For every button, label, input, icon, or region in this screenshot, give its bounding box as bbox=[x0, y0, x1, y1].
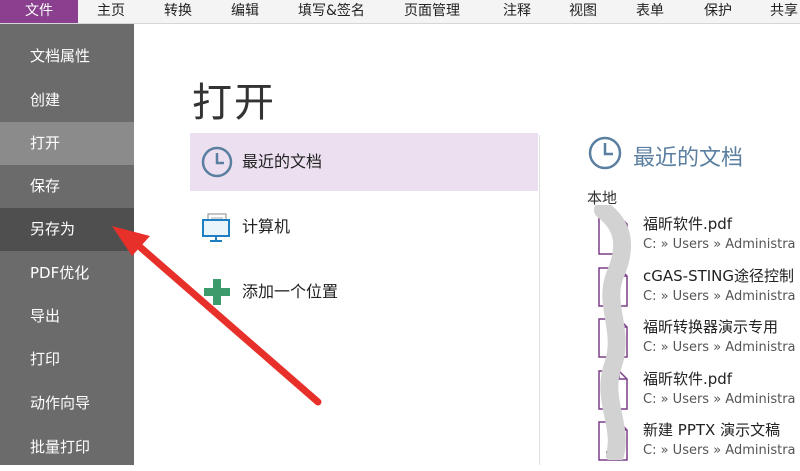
document-path: C: » Users » Administra bbox=[643, 340, 796, 355]
add-location-icon bbox=[204, 279, 230, 305]
tab-view[interactable]: 视图 bbox=[569, 0, 597, 23]
tab-edit[interactable]: 编辑 bbox=[231, 0, 259, 23]
panel-divider bbox=[539, 135, 540, 465]
location-computer[interactable]: 计算机 bbox=[190, 198, 538, 256]
sidebar-item-open[interactable]: 打开 bbox=[0, 122, 134, 165]
sidebar-item-save[interactable]: 保存 bbox=[0, 165, 134, 208]
tab-home[interactable]: 主页 bbox=[97, 0, 125, 23]
tab-convert[interactable]: 转换 bbox=[164, 0, 192, 23]
document-name: 新建 PPTX 演示文稿 bbox=[643, 421, 781, 439]
tab-fill-sign[interactable]: 填写&签名 bbox=[298, 0, 365, 23]
tab-page-management[interactable]: 页面管理 bbox=[404, 0, 460, 23]
location-label: 添加一个位置 bbox=[242, 282, 339, 301]
computer-icon bbox=[202, 213, 230, 242]
sidebar-item-create[interactable]: 创建 bbox=[0, 79, 134, 122]
recent-documents-title: 最近的文档 bbox=[633, 146, 744, 171]
ribbon-tab-bar: 文件 主页 转换 编辑 填写&签名 页面管理 注释 视图 表单 保护 共享 bbox=[0, 0, 800, 24]
sidebar-item-export[interactable]: 导出 bbox=[0, 295, 134, 338]
sidebar-item-document-properties[interactable]: 文档属性 bbox=[0, 35, 134, 78]
tab-protect[interactable]: 保护 bbox=[704, 0, 732, 23]
document-path: C: » Users » Administra bbox=[643, 392, 796, 407]
location-label: 计算机 bbox=[242, 217, 291, 236]
sidebar-item-action-wizard[interactable]: 动作向导 bbox=[0, 382, 134, 425]
page-title: 打开 bbox=[192, 80, 276, 126]
location-recent-documents[interactable]: 最近的文档 bbox=[190, 133, 538, 191]
document-path: C: » Users » Administra bbox=[643, 289, 796, 304]
tab-file[interactable]: 文件 bbox=[0, 0, 78, 23]
document-name: 福昕转换器演示专用 bbox=[643, 318, 779, 336]
document-path: C: » Users » Administra bbox=[643, 237, 796, 252]
document-name: 福昕软件.pdf bbox=[643, 215, 733, 233]
location-label: 最近的文档 bbox=[242, 152, 323, 171]
tab-form[interactable]: 表单 bbox=[636, 0, 664, 23]
document-name: cGAS-STING途径控制 bbox=[643, 267, 795, 285]
document-path: C: » Users » Administra bbox=[643, 443, 796, 458]
location-add[interactable]: 添加一个位置 bbox=[190, 263, 538, 321]
backstage-sidebar: 文档属性 创建 打开 保存 另存为 PDF优化 导出 打印 动作向导 批量打印 bbox=[0, 24, 134, 465]
tab-share[interactable]: 共享 bbox=[770, 0, 798, 23]
tab-comment[interactable]: 注释 bbox=[503, 0, 531, 23]
sidebar-item-pdf-optimize[interactable]: PDF优化 bbox=[0, 252, 134, 295]
redaction-scribble bbox=[594, 205, 632, 460]
clock-icon bbox=[201, 146, 233, 178]
sidebar-item-save-as[interactable]: 另存为 bbox=[0, 208, 134, 251]
clock-icon bbox=[588, 136, 622, 170]
document-name: 福昕软件.pdf bbox=[643, 370, 733, 388]
sidebar-item-batch-print[interactable]: 批量打印 bbox=[0, 426, 134, 469]
sidebar-item-print[interactable]: 打印 bbox=[0, 338, 134, 381]
